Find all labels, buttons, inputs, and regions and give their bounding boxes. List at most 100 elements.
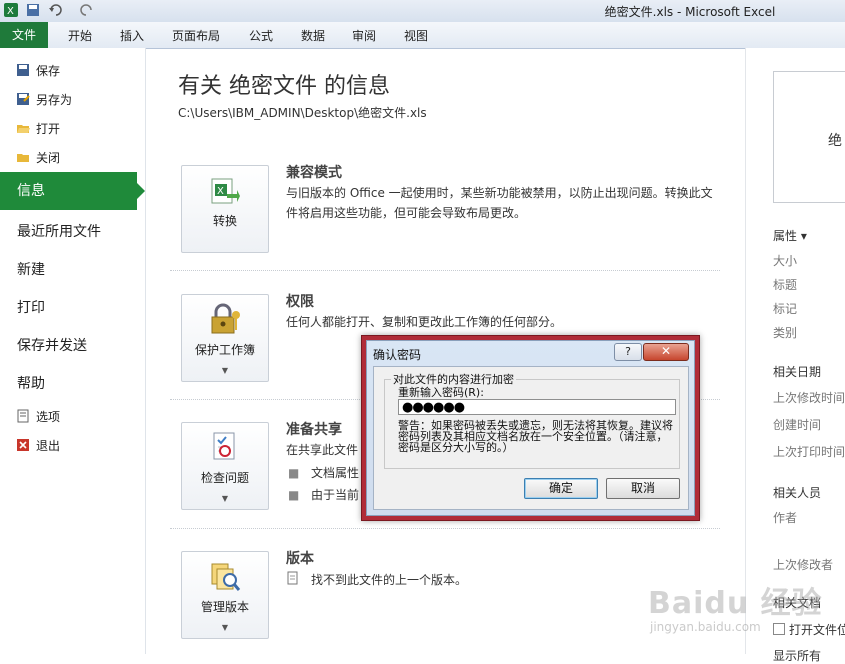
- tab-file[interactable]: 文件: [0, 22, 48, 48]
- tab-view[interactable]: 视图: [404, 27, 428, 44]
- prop-size: 大小: [773, 254, 798, 268]
- password-warning: 警告：如果密码被丢失或遗忘，则无法将其恢复。建议将密码列表及其相应文档名放在一个…: [398, 419, 673, 454]
- folder-close-icon: [17, 154, 29, 162]
- nav-save-as-label: 另存为: [36, 93, 73, 107]
- excel-app-icon[interactable]: X: [4, 3, 18, 17]
- convert-button-label: 转换: [212, 214, 237, 228]
- section-divider: [170, 528, 720, 529]
- nav-exit[interactable]: 退出: [16, 437, 60, 454]
- undo-icon[interactable]: [48, 3, 62, 17]
- nav-exit-label: 退出: [36, 439, 61, 453]
- help-button[interactable]: ?: [614, 343, 642, 361]
- window-title: 绝密文件.xls - Microsoft Excel: [604, 5, 776, 19]
- nav-options[interactable]: 选项: [16, 408, 60, 425]
- chevron-down-icon: ▼: [221, 623, 229, 632]
- share-bullet: 文档属性: [311, 466, 360, 480]
- manage-versions-label: 管理版本: [200, 600, 249, 614]
- share-desc: 在共享此文件: [286, 443, 359, 457]
- bullet-icon: ■: [288, 466, 300, 480]
- cancel-button[interactable]: 取消: [606, 478, 680, 499]
- people-author: 作者: [773, 511, 798, 525]
- tab-data[interactable]: 数据: [301, 27, 325, 44]
- nav-open[interactable]: 打开: [16, 120, 60, 137]
- prop-category: 类别: [773, 326, 798, 340]
- nav-print[interactable]: 打印: [17, 297, 45, 317]
- bullet-icon: ■: [288, 488, 300, 502]
- section-divider: [170, 270, 720, 271]
- nav-recent[interactable]: 最近所用文件: [17, 221, 101, 241]
- protect-workbook-label: 保护工作簿: [194, 343, 255, 357]
- save-icon[interactable]: [26, 3, 40, 17]
- date-modified: 上次修改时间: [773, 391, 845, 405]
- convert-button[interactable]: X 转换: [181, 165, 269, 253]
- nav-new[interactable]: 新建: [17, 259, 45, 279]
- close-button[interactable]: ✕: [643, 343, 689, 361]
- show-all-link[interactable]: 显示所有: [773, 647, 821, 664]
- folder-icon: [773, 623, 785, 635]
- dialog-frame: 确认密码 ? ✕ 对此文件的内容进行加密 重新输入密码(R): ●●●●●● 警…: [366, 340, 695, 516]
- tab-formulas[interactable]: 公式: [249, 27, 273, 44]
- nav-save-as[interactable]: 另存为: [16, 91, 72, 108]
- nav-save[interactable]: 保存: [16, 62, 60, 79]
- lock-key-icon: [211, 303, 240, 334]
- title-bar: X 绝密文件.xls - Microsoft Excel: [0, 0, 845, 22]
- prop-tags: 标记: [773, 302, 798, 316]
- properties-heading[interactable]: 属性 ▾: [773, 227, 807, 244]
- encrypt-group: 对此文件的内容进行加密 重新输入密码(R): ●●●●●● 警告：如果密码被丢失…: [384, 371, 680, 469]
- manage-versions-button[interactable]: 管理版本 ▼: [181, 551, 269, 639]
- svg-text:X: X: [217, 186, 224, 197]
- date-printed: 上次打印时间: [773, 445, 845, 459]
- chevron-down-icon: ▼: [221, 494, 229, 503]
- watermark: Baidu 经验: [648, 586, 823, 621]
- exit-icon: [17, 439, 29, 451]
- tab-review[interactable]: 审阅: [352, 27, 376, 44]
- document-thumbnail[interactable]: 绝: [773, 71, 845, 203]
- people-last-modified: 上次修改者: [773, 558, 834, 572]
- dialog-body: 对此文件的内容进行加密 重新输入密码(R): ●●●●●● 警告：如果密码被丢失…: [373, 366, 689, 510]
- check-issues-button[interactable]: 检查问题 ▼: [181, 422, 269, 510]
- confirm-password-dialog: 确认密码 ? ✕ 对此文件的内容进行加密 重新输入密码(R): ●●●●●● 警…: [361, 335, 700, 521]
- nav-options-label: 选项: [36, 410, 61, 424]
- nav-save-send[interactable]: 保存并发送: [17, 335, 87, 355]
- dates-heading: 相关日期: [773, 365, 822, 379]
- compat-title: 兼容模式: [286, 165, 342, 181]
- file-path: C:\Users\IBM_ADMIN\Desktop\绝密文件.xls: [178, 106, 427, 120]
- page-title: 有关 绝密文件 的信息: [178, 74, 390, 99]
- nav-open-label: 打开: [36, 122, 61, 136]
- prop-title: 标题: [773, 278, 798, 292]
- backstage-nav: 保存 另存为 打开 关闭 信息 最近所用文件 新建 打印 保存并发送 帮助 选项…: [0, 48, 146, 654]
- open-file-location-link[interactable]: 打开文件位: [773, 621, 845, 638]
- permissions-desc: 任何人都能打开、复制和更改此工作簿的任何部分。: [286, 315, 563, 329]
- manage-versions-icon: [211, 563, 241, 591]
- nav-close[interactable]: 关闭: [16, 149, 60, 166]
- versions-desc: 找不到此文件的上一个版本。: [311, 573, 468, 587]
- watermark-url: jingyan.baidu.com: [650, 620, 761, 634]
- options-icon: [17, 409, 29, 423]
- inspect-document-icon: [213, 432, 235, 460]
- permissions-title: 权限: [286, 294, 314, 310]
- ribbon-tabs: 文件 开始 插入 页面布局 公式 数据 审阅 视图: [0, 22, 845, 49]
- reenter-password-input[interactable]: ●●●●●●: [398, 399, 676, 415]
- ok-button[interactable]: 确定: [524, 478, 598, 499]
- tab-page-layout[interactable]: 页面布局: [172, 27, 220, 44]
- people-heading: 相关人员: [773, 486, 822, 500]
- nav-help[interactable]: 帮助: [17, 373, 45, 393]
- nav-info[interactable]: 信息: [0, 172, 145, 210]
- tab-insert[interactable]: 插入: [120, 27, 144, 44]
- excel-convert-icon: X: [211, 178, 240, 204]
- save-icon: [17, 64, 29, 76]
- share-bullet: 由于当前: [311, 488, 360, 502]
- tab-home[interactable]: 开始: [68, 27, 92, 44]
- thumbnail-char: 绝: [828, 133, 842, 149]
- document-info-icon: [287, 571, 298, 585]
- chevron-down-icon: ▼: [221, 366, 229, 375]
- reenter-password-label: 重新输入密码(R):: [398, 386, 484, 399]
- protect-workbook-button[interactable]: 保护工作簿 ▼: [181, 294, 269, 382]
- redo-icon[interactable]: [80, 3, 94, 17]
- nav-close-label: 关闭: [36, 151, 61, 165]
- properties-panel: 绝 属性 ▾ 大小 标题 标记 类别 相关日期 上次修改时间 创建时间 上次打印…: [745, 48, 845, 663]
- share-title: 准备共享: [286, 422, 342, 438]
- open-file-location-label: 打开文件位: [789, 623, 845, 637]
- save-as-icon: [17, 93, 30, 105]
- folder-open-icon: [17, 125, 30, 133]
